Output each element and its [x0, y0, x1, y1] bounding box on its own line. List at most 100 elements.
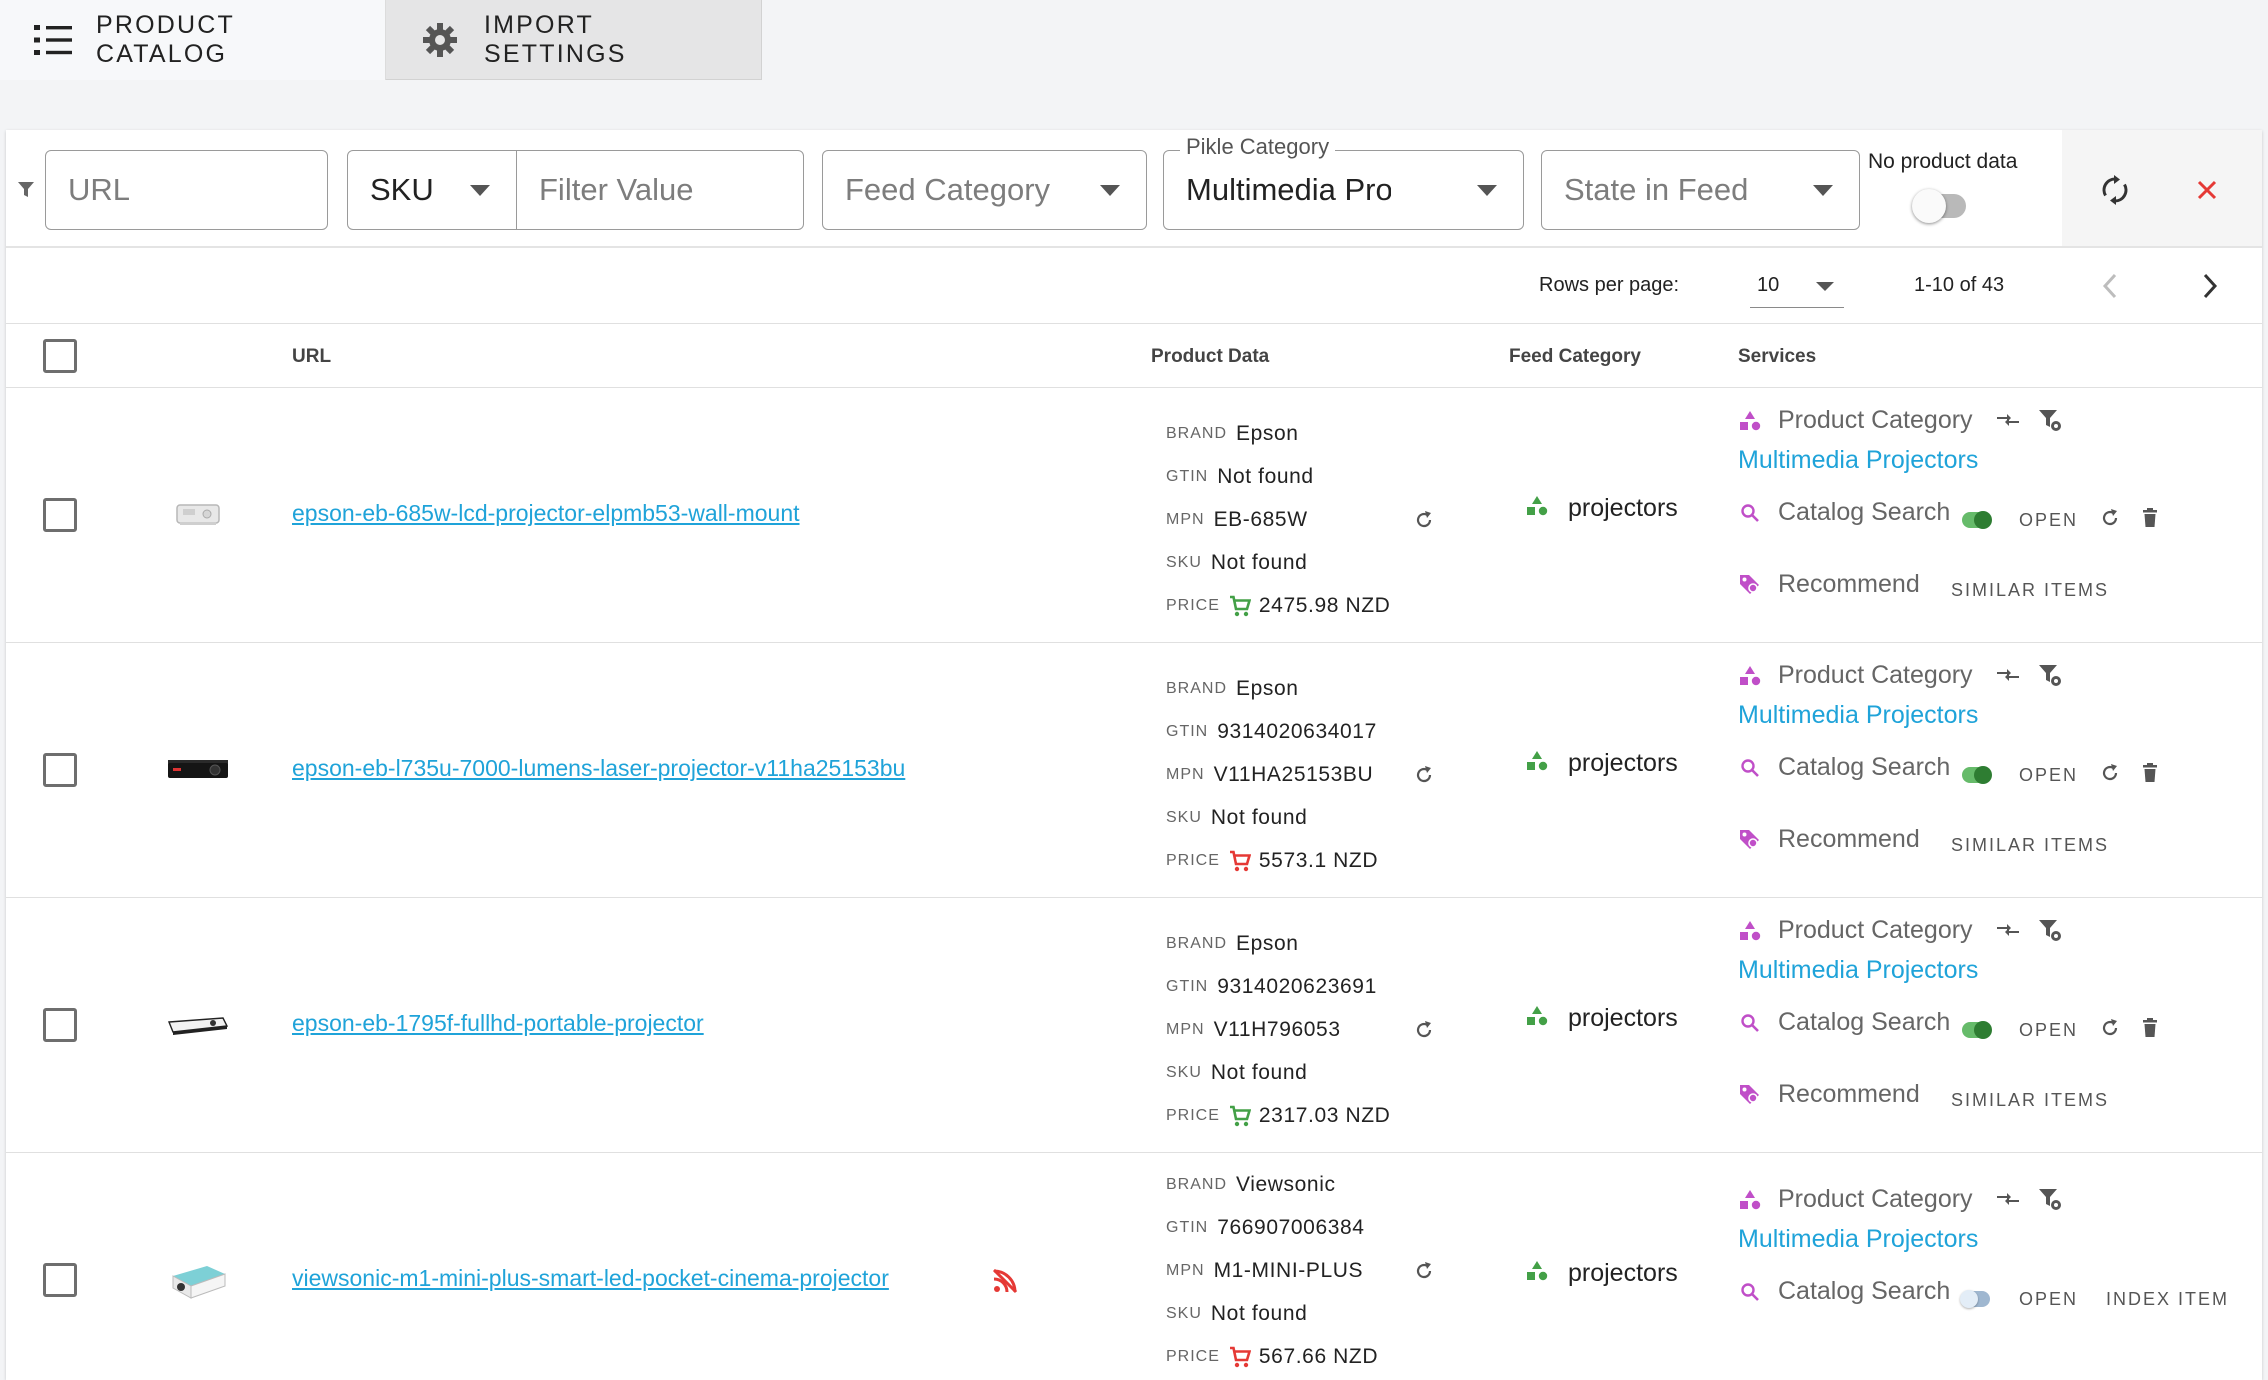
delete-index-button[interactable]	[2138, 1016, 2162, 1040]
filter-cog-icon	[2039, 410, 2061, 431]
reindex-button[interactable]	[2098, 1016, 2122, 1040]
refresh-product-data-button[interactable]	[1414, 765, 1434, 790]
column-header-product-data: Product Data	[1151, 346, 1270, 367]
product-category-value[interactable]: Multimedia Projectors	[1738, 446, 1978, 475]
url-filter-input[interactable]: URL	[45, 150, 328, 230]
feed-category-select[interactable]: Feed Category	[822, 150, 1147, 230]
select-all-checkbox[interactable]	[43, 339, 77, 373]
sku-key: SKU	[1166, 1063, 1202, 1081]
product-url-link[interactable]: epson-eb-l735u-7000-lumens-laser-project…	[292, 755, 905, 782]
compare-arrows-button[interactable]	[1996, 918, 2020, 942]
filter-settings-button[interactable]	[2038, 663, 2062, 687]
feed-category: projectors	[1526, 494, 1678, 523]
similar-items-button[interactable]: SIMILAR ITEMS	[1951, 1090, 2109, 1111]
gtin-value: 9314020623691	[1217, 974, 1377, 998]
mpn-line: MPN M1-MINI-PLUS	[1166, 1249, 1456, 1292]
compare-arrows-icon	[1997, 924, 2019, 936]
refresh-product-data-button[interactable]	[1414, 1261, 1434, 1286]
open-button[interactable]: OPEN	[2019, 1020, 2078, 1041]
row-checkbox[interactable]	[43, 1008, 77, 1042]
gear-icon	[420, 20, 460, 60]
compare-arrows-button[interactable]	[1996, 408, 2020, 432]
no-product-data-toggle[interactable]	[1912, 189, 1966, 223]
pagination-bar: Rows per page: 10 1-10 of 43	[6, 248, 2262, 324]
feed-category: projectors	[1526, 749, 1678, 778]
services: Product Category Multimedia Projectors C…	[1738, 1185, 2258, 1380]
mpn-value: EB-685W	[1213, 507, 1308, 531]
filter-value-input[interactable]: Filter Value	[516, 150, 804, 230]
catalog-search-toggle[interactable]	[1962, 511, 1992, 529]
catalog-search-toggle[interactable]	[1962, 1021, 1992, 1039]
refresh-product-data-button[interactable]	[1414, 510, 1434, 535]
rows-per-page-select[interactable]: 10	[1750, 264, 1844, 308]
shapes-icon	[1526, 1004, 1548, 1033]
table-row: epson-eb-685w-lcd-projector-elpmb53-wall…	[6, 388, 2262, 643]
reindex-button[interactable]	[2098, 761, 2122, 785]
product-url-link[interactable]: epson-eb-1795f-fullhd-portable-projector	[292, 1010, 704, 1037]
open-button[interactable]: OPEN	[2019, 765, 2078, 786]
tab-label: PRODUCT CATALOG	[96, 11, 235, 68]
search-icon	[1738, 501, 1762, 525]
cart-icon	[1229, 1105, 1251, 1127]
product-url-link[interactable]: viewsonic-m1-mini-plus-smart-led-pocket-…	[292, 1265, 889, 1292]
brand-line: BRAND Epson	[1166, 667, 1456, 710]
cart-icon	[1229, 850, 1251, 872]
refresh-icon	[2102, 1019, 2118, 1036]
service-product-category-label: Product Category	[1778, 1185, 1973, 1213]
chevron-down-icon	[1477, 185, 1497, 196]
service-catalog-search: Catalog Search	[1738, 1008, 1950, 1037]
product-category-value[interactable]: Multimedia Projectors	[1738, 956, 1978, 985]
tab-import-settings[interactable]: IMPORT SETTINGS	[386, 0, 762, 80]
shapes-icon	[1526, 749, 1548, 778]
clear-filters-button[interactable]	[2187, 170, 2227, 210]
service-product-category-label: Product Category	[1778, 661, 1973, 689]
similar-items-button[interactable]: SIMILAR ITEMS	[1951, 580, 2109, 601]
price-line: PRICE 2475.98 NZD	[1166, 584, 1456, 627]
gtin-line: GTIN 9314020634017	[1166, 710, 1456, 753]
shapes-icon	[1738, 919, 1762, 943]
price-line: PRICE 2317.03 NZD	[1166, 1094, 1456, 1137]
previous-page-button[interactable]	[2090, 266, 2130, 306]
tab-product-catalog[interactable]: PRODUCT CATALOG	[0, 0, 386, 80]
delete-index-button[interactable]	[2138, 761, 2162, 785]
filter-bar: URL SKU Filter Value Feed Category Pikle…	[6, 130, 2262, 248]
compare-arrows-button[interactable]	[1996, 663, 2020, 687]
sku-key: SKU	[1166, 1304, 1202, 1322]
cart-icon	[1229, 595, 1251, 617]
toggle-knob	[1912, 189, 1946, 223]
product-data: BRAND Epson GTIN 9314020634017 MPN V11HA…	[1166, 667, 1456, 882]
gtin-line: GTIN Not found	[1166, 455, 1456, 498]
price-key: PRICE	[1166, 1347, 1220, 1365]
catalog-search-toggle[interactable]	[1962, 766, 1992, 784]
row-checkbox[interactable]	[43, 498, 77, 532]
delete-index-button[interactable]	[2138, 506, 2162, 530]
pikle-category-select[interactable]: Pikle Category Multimedia Projectors	[1163, 134, 1524, 230]
index-item-button[interactable]: INDEX ITEM	[2106, 1289, 2229, 1310]
open-button[interactable]: OPEN	[2019, 1289, 2078, 1310]
open-button[interactable]: OPEN	[2019, 510, 2078, 531]
recommend-icon	[1738, 1083, 1762, 1107]
product-category-value[interactable]: Multimedia Projectors	[1738, 1225, 1978, 1254]
service-recommend: Recommend	[1738, 1080, 1920, 1109]
gtin-value: Not found	[1217, 464, 1314, 488]
state-in-feed-select[interactable]: State in Feed	[1541, 150, 1860, 230]
catalog-search-toggle[interactable]	[1960, 1290, 1990, 1308]
compare-arrows-button[interactable]	[1996, 1187, 2020, 1211]
similar-items-button[interactable]: SIMILAR ITEMS	[1951, 835, 2109, 856]
price-line: PRICE 567.66 NZD	[1166, 1335, 1456, 1378]
row-checkbox[interactable]	[43, 753, 77, 787]
next-page-button[interactable]	[2190, 266, 2230, 306]
filter-settings-button[interactable]	[2038, 1187, 2062, 1211]
refresh-product-data-button[interactable]	[1414, 1020, 1434, 1045]
filter-settings-button[interactable]	[2038, 918, 2062, 942]
product-url-link[interactable]: epson-eb-685w-lcd-projector-elpmb53-wall…	[292, 500, 800, 527]
refresh-icon	[1416, 1262, 1432, 1279]
pikle-category-value: Multimedia Projectors	[1186, 172, 1391, 207]
reindex-button[interactable]	[2098, 506, 2122, 530]
price-value: 2475.98 NZD	[1258, 593, 1391, 617]
id-type-select[interactable]: SKU	[347, 150, 517, 230]
filter-settings-button[interactable]	[2038, 408, 2062, 432]
product-category-value[interactable]: Multimedia Projectors	[1738, 701, 1978, 730]
refresh-filters-button[interactable]	[2095, 170, 2135, 210]
row-checkbox[interactable]	[43, 1263, 77, 1297]
